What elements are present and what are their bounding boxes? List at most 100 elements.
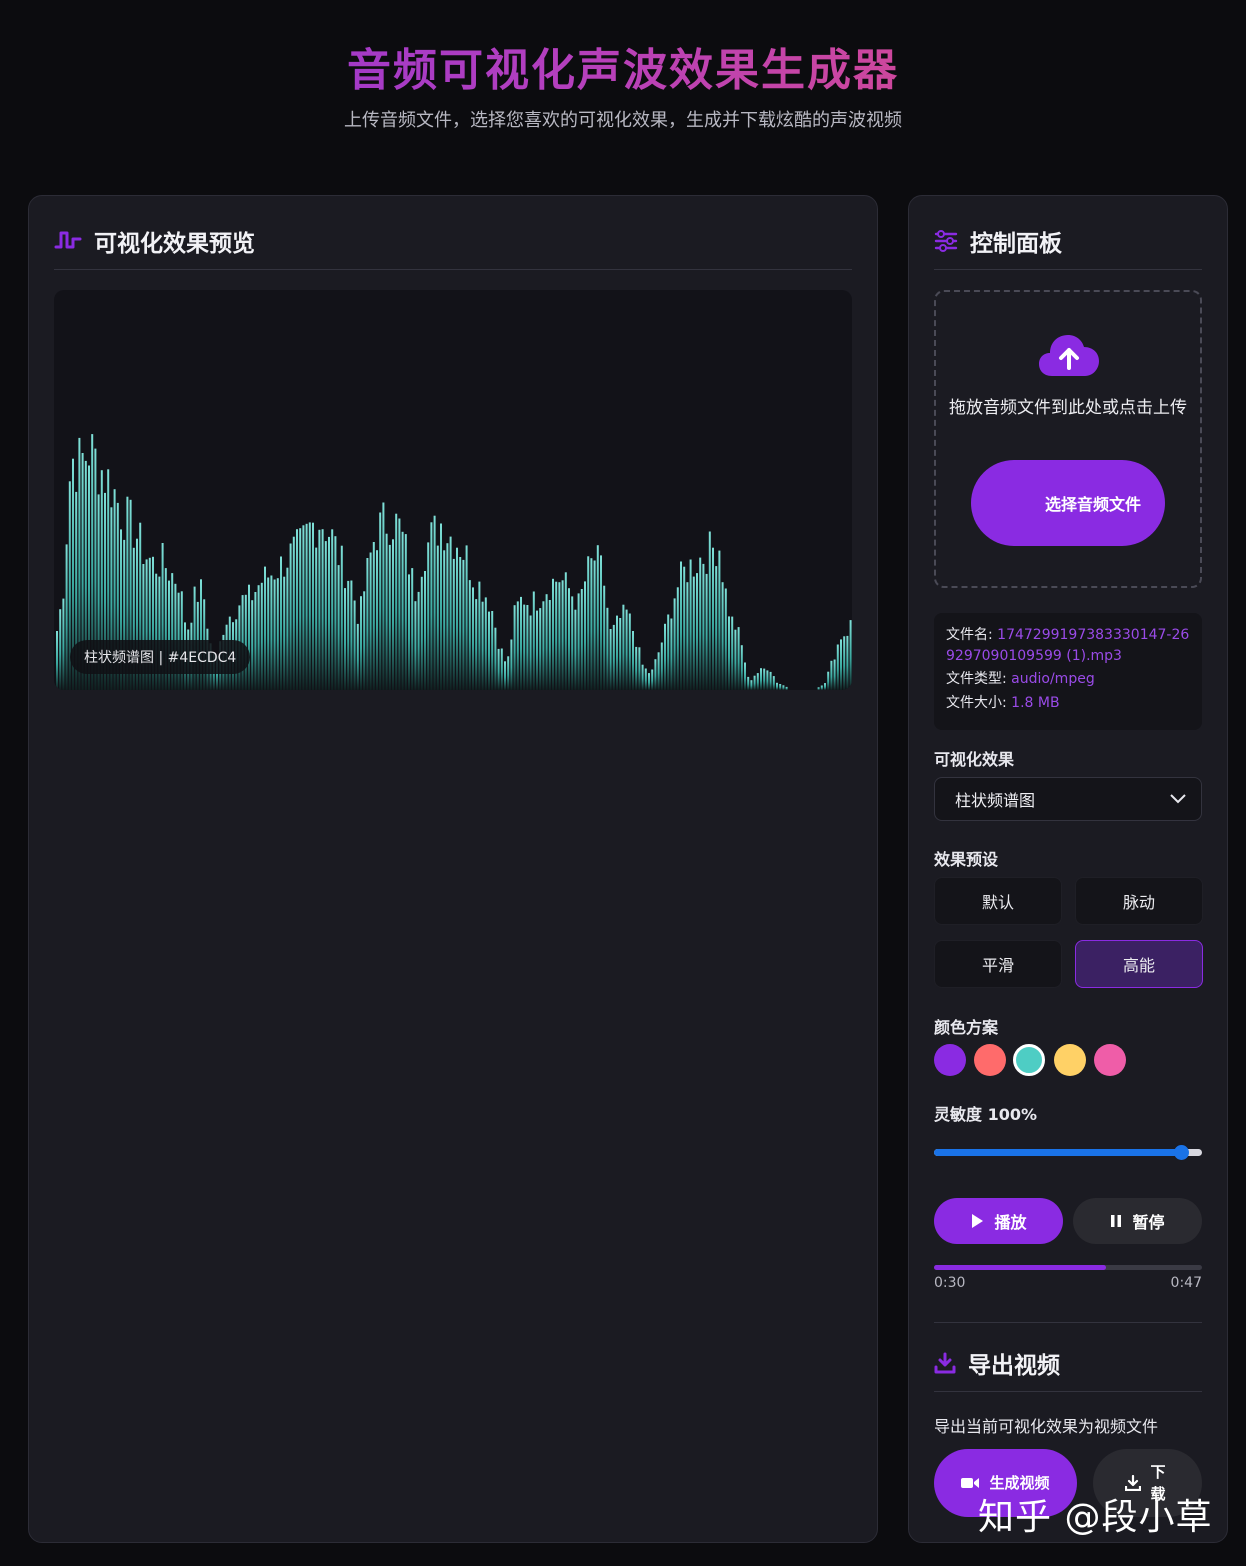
spectrum-bar xyxy=(705,573,708,690)
spectrum-bar xyxy=(440,523,442,690)
spectrum-bar xyxy=(260,582,263,690)
color-swatch-pink[interactable] xyxy=(1094,1044,1126,1076)
spectrum-bar xyxy=(660,642,663,690)
spectrum-bar xyxy=(657,652,660,690)
color-swatch-red[interactable] xyxy=(974,1044,1006,1076)
spectrum-bar xyxy=(376,550,378,690)
spectrum-bar xyxy=(721,582,724,690)
spectrum-bar xyxy=(542,601,545,690)
spectrum-bar xyxy=(59,609,62,690)
spectrum-bar xyxy=(846,635,849,690)
spectrum-bar xyxy=(257,585,260,690)
spectrum-bar xyxy=(769,671,772,690)
effect-select[interactable]: 柱状频谱图 xyxy=(934,777,1202,821)
current-time: 0:30 xyxy=(934,1275,966,1291)
spectrum-bar xyxy=(692,576,695,690)
spectrum-bar xyxy=(264,566,266,690)
spectrum-bar xyxy=(500,648,503,690)
spectrum-bar xyxy=(584,581,586,690)
export-title: 导出视频 xyxy=(934,1346,1060,1380)
spectrum-bar xyxy=(456,547,458,690)
spectrum-bar xyxy=(820,685,823,690)
spectrum-bar xyxy=(827,671,830,690)
spectrum-bar xyxy=(756,673,759,690)
spectrum-bar xyxy=(507,656,510,690)
spectrum-bar xyxy=(475,599,478,690)
spectrum-bar xyxy=(785,686,788,690)
spectrum-bar xyxy=(539,608,542,690)
spectrum-bar xyxy=(612,624,615,690)
file-name-row: 文件名: 1747299197383330147-269297090109599… xyxy=(946,625,1192,667)
page-title: 音频可视化声波效果生成器 xyxy=(0,34,1246,98)
upload-dropzone[interactable]: 拖放音频文件到此处或点击上传 选择音频文件 xyxy=(934,290,1202,588)
spectrum-bar xyxy=(356,623,359,690)
spectrum-bar xyxy=(712,547,714,690)
preset-pulse-button[interactable]: 脉动 xyxy=(1075,877,1203,925)
spectrum-bar xyxy=(830,660,833,690)
export-title-text: 导出视频 xyxy=(968,1353,1060,1379)
spectrum-bar xyxy=(609,629,612,690)
color-swatch-yellow[interactable] xyxy=(1054,1044,1086,1076)
spectrum-bar xyxy=(385,533,388,690)
choose-file-button[interactable]: 选择音频文件 xyxy=(971,460,1165,546)
spectrum-bar xyxy=(590,558,593,690)
spectrum-bar xyxy=(491,611,494,690)
spectrum-bar xyxy=(56,631,58,690)
color-swatch-teal[interactable] xyxy=(1013,1044,1045,1076)
spectrum-bar xyxy=(286,567,289,690)
spectrum-bar xyxy=(347,580,350,690)
preset-default-button[interactable]: 默认 xyxy=(934,877,1062,925)
slider-thumb[interactable] xyxy=(1173,1145,1189,1160)
spectrum-bar xyxy=(561,580,564,690)
divider xyxy=(54,269,852,270)
preset-energetic-button[interactable]: 高能 xyxy=(1075,940,1203,988)
spectrum-bar xyxy=(836,644,839,690)
spectrum-bar xyxy=(401,531,404,690)
spectrum-bar xyxy=(600,555,602,690)
spectrum-bar xyxy=(276,578,279,690)
spectrum-bar xyxy=(532,591,535,690)
spectrum-bar xyxy=(289,543,292,690)
spectrum-bar xyxy=(689,559,692,690)
color-swatch-purple[interactable] xyxy=(934,1044,966,1076)
spectrum-bar xyxy=(670,618,673,690)
spectrum-bar xyxy=(472,587,474,690)
spectrum-bar xyxy=(446,543,449,690)
spectrum-bar xyxy=(731,616,734,690)
pause-button[interactable]: 暂停 xyxy=(1073,1198,1202,1244)
spectrum-bar xyxy=(593,560,596,690)
spectrum-bar xyxy=(740,645,743,690)
spectrum-bar xyxy=(596,545,599,690)
sliders-icon xyxy=(934,230,958,252)
spectrum-bar xyxy=(244,594,247,690)
spectrum-bar xyxy=(62,598,65,690)
spectrum-bar xyxy=(468,580,471,690)
spectrum-bar xyxy=(372,542,375,690)
sensitivity-slider[interactable] xyxy=(934,1145,1202,1160)
spectrum-bar xyxy=(360,596,362,690)
waveform-icon xyxy=(54,231,82,249)
spectrum-bar xyxy=(520,596,522,690)
spectrum-bar xyxy=(414,601,417,690)
play-label: 播放 xyxy=(994,1213,1027,1232)
presets-label: 效果预设 xyxy=(934,850,999,869)
spectrum-bar xyxy=(580,589,583,690)
spectrum-bar xyxy=(363,591,366,690)
spectrum-bar xyxy=(395,513,398,690)
play-button[interactable]: 播放 xyxy=(934,1198,1063,1244)
spectrum-bar xyxy=(488,611,490,690)
spectrum-bar xyxy=(603,585,606,690)
file-name-label: 文件名: xyxy=(946,627,993,643)
spectrum-bar xyxy=(606,607,609,690)
spectrum-bar xyxy=(267,577,270,690)
playback-progress[interactable] xyxy=(934,1265,1202,1270)
spectrum-bar xyxy=(379,512,382,690)
spectrum-bar xyxy=(420,576,423,690)
spectrum-bar xyxy=(724,588,727,690)
spectrum-bar xyxy=(484,597,487,690)
spectrum-bar xyxy=(494,627,497,690)
spectrum-bar xyxy=(772,676,775,690)
spectrum-bar xyxy=(302,525,305,690)
spectrum-bar xyxy=(638,647,641,690)
preset-smooth-button[interactable]: 平滑 xyxy=(934,940,1062,988)
